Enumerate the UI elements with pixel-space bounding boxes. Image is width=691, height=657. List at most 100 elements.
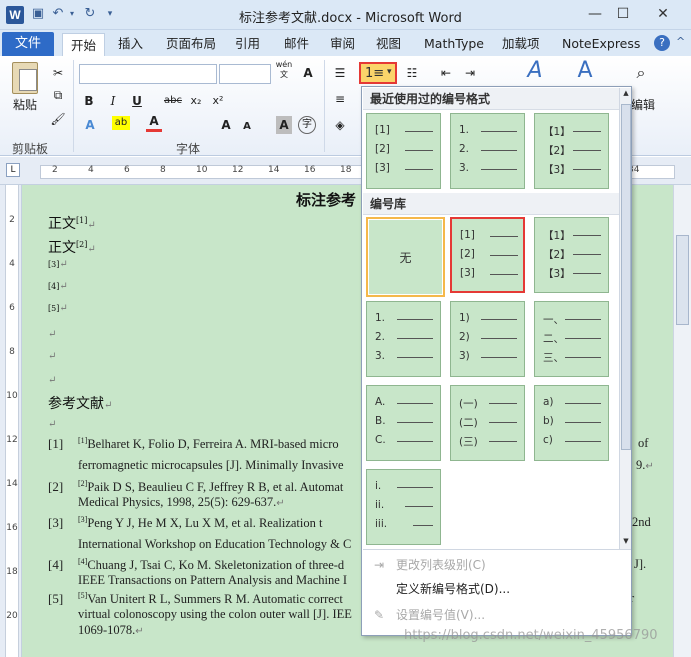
tab-page-layout[interactable]: 页面布局	[166, 32, 216, 56]
cut-icon[interactable]: ✂	[50, 64, 66, 82]
tile-line	[405, 169, 433, 170]
tab-references[interactable]: 引用	[235, 32, 260, 56]
tile-label: 1)	[459, 312, 470, 324]
library-format-tile[interactable]: (一) (二) (三)	[450, 385, 525, 461]
edit-button[interactable]: 编辑	[630, 96, 656, 114]
customize-qat-icon[interactable]: ▾	[102, 6, 118, 22]
decrease-indent-icon[interactable]: ⇤	[436, 64, 456, 82]
save-icon[interactable]: ▣	[30, 6, 46, 22]
bold-button[interactable]: B	[82, 92, 96, 110]
italic-button[interactable]: I	[106, 92, 120, 110]
tab-mathtype[interactable]: MathType	[424, 32, 484, 56]
tile-line	[397, 487, 433, 488]
tile-label: (二)	[459, 417, 478, 429]
minimize-ribbon-icon[interactable]: ^	[676, 35, 685, 48]
document-scrollbar[interactable]	[673, 185, 691, 657]
tab-mailings[interactable]: 邮件	[284, 32, 309, 56]
scrollbar-thumb[interactable]	[676, 235, 689, 325]
shading-icon[interactable]: ◈	[330, 116, 350, 134]
tile-label: (三)	[459, 436, 478, 448]
grow-font-button[interactable]: A	[218, 116, 234, 134]
enclose-char-icon[interactable]: A	[297, 64, 319, 82]
gallery-scrollbar[interactable]: ▲ ▼	[619, 88, 631, 550]
tile-label: 1.	[375, 312, 386, 324]
word-app-icon[interactable]: W	[6, 6, 24, 24]
library-format-tile[interactable]: 1) 2) 3)	[450, 301, 525, 377]
highlight-icon[interactable]: ab	[112, 116, 130, 130]
mark-line-3: [3]↵	[48, 259, 68, 270]
font-size-combo[interactable]	[219, 64, 271, 84]
tab-home[interactable]: 开始	[62, 33, 106, 57]
strikethrough-button[interactable]: abc	[162, 92, 184, 110]
tab-selector[interactable]: L	[6, 163, 20, 177]
vertical-ruler-number: 4	[9, 259, 15, 269]
phonetic-guide-icon[interactable]: wén 文	[275, 60, 293, 80]
change-styles-icon[interactable]: A	[570, 60, 600, 82]
library-format-tile[interactable]: 一、 二、 三、	[534, 301, 609, 377]
redo-icon[interactable]: ↻	[82, 6, 98, 22]
undo-dropdown-icon[interactable]: ▾	[64, 6, 80, 22]
tile-label: [2]	[460, 248, 475, 260]
tile-label: 2.	[459, 143, 470, 155]
mark-line-5: [5]↵	[48, 303, 68, 314]
tab-insert[interactable]: 插入	[118, 32, 143, 56]
minimize-button[interactable]: —	[582, 4, 608, 24]
paste-icon[interactable]	[12, 62, 38, 94]
tile-line	[573, 169, 601, 170]
ref-2-line-2: Medical Physics, 1998, 25(5): 629-637.↵	[78, 495, 285, 509]
tab-file[interactable]: 文件	[2, 32, 54, 56]
set-numbering-value-item[interactable]: ✎ 设置编号值(V)...	[363, 603, 631, 627]
library-format-tile[interactable]: 【1】 【2】 【3】	[534, 217, 609, 293]
maximize-button[interactable]: ☐	[610, 4, 636, 24]
subscript-button[interactable]: x₂	[188, 92, 204, 110]
bullets-icon[interactable]: ☰	[330, 64, 350, 82]
numbering-button[interactable]: 1≡ ▾	[359, 62, 397, 84]
tab-review[interactable]: 审阅	[330, 32, 355, 56]
enclose-characters-button[interactable]: 字	[298, 116, 316, 134]
tile-line	[397, 422, 433, 423]
styles-icon[interactable]: A	[520, 60, 550, 82]
recent-format-tile[interactable]: 1. 2. 3.	[450, 113, 525, 189]
scroll-down-icon[interactable]: ▼	[621, 537, 631, 549]
recent-format-tile[interactable]: [1] [2] [3]	[366, 113, 441, 189]
char-shading-button[interactable]: A	[276, 116, 292, 134]
help-icon[interactable]: ?	[654, 35, 670, 51]
mark-line-4: [4]↵	[48, 281, 68, 292]
numbering-dropdown-icon[interactable]: ▾	[387, 67, 392, 77]
tab-view[interactable]: 视图	[376, 32, 401, 56]
increase-indent-icon[interactable]: ⇥	[460, 64, 480, 82]
font-name-combo[interactable]	[79, 64, 217, 84]
tile-line	[481, 338, 517, 339]
underline-button[interactable]: U	[130, 92, 144, 110]
tile-label: 2.	[375, 331, 386, 343]
superscript-button[interactable]: x²	[210, 92, 226, 110]
library-format-tile[interactable]: [1] [2] [3]	[450, 217, 525, 293]
library-format-tile[interactable]: i. ii. iii.	[366, 469, 441, 545]
shrink-font-button[interactable]: A	[240, 118, 254, 136]
close-button[interactable]: ✕	[650, 4, 676, 24]
vertical-ruler[interactable]: 2 4 6 8 10 12 14 16 18 20	[0, 185, 22, 657]
change-list-level-item[interactable]: ⇥ 更改列表级别(C)	[363, 553, 631, 577]
tile-label: 二、	[543, 333, 564, 345]
numbering-none-tile[interactable]: 无	[366, 217, 445, 297]
format-painter-icon[interactable]: 🖌	[50, 110, 66, 128]
align-left-icon[interactable]: ≡	[330, 90, 350, 108]
scroll-up-icon[interactable]: ▲	[621, 89, 631, 101]
multilevel-list-icon[interactable]: ☷	[402, 64, 422, 82]
font-color-icon[interactable]: A	[146, 114, 162, 132]
find-icon[interactable]: ⌕	[628, 64, 654, 82]
library-format-tile[interactable]: A. B. C.	[366, 385, 441, 461]
tab-addins[interactable]: 加载项	[502, 32, 540, 56]
tile-line	[573, 254, 601, 255]
define-new-format-item[interactable]: 定义新编号格式(D)...	[363, 577, 631, 601]
library-format-tile[interactable]: a) b) c)	[534, 385, 609, 461]
gallery-scroll-thumb[interactable]	[621, 104, 631, 450]
recent-format-tile[interactable]: 【1】 【2】 【3】	[534, 113, 609, 189]
copy-icon[interactable]: ⧉	[50, 86, 66, 104]
tab-noteexpress[interactable]: NoteExpress	[562, 32, 640, 56]
watermark-text: https://blog.csdn.net/weixin_45956790	[404, 628, 658, 643]
tile-line	[565, 403, 601, 404]
text-effects-icon[interactable]: A	[82, 116, 98, 134]
paste-button[interactable]: 粘贴	[10, 96, 40, 114]
library-format-tile[interactable]: 1. 2. 3.	[366, 301, 441, 377]
